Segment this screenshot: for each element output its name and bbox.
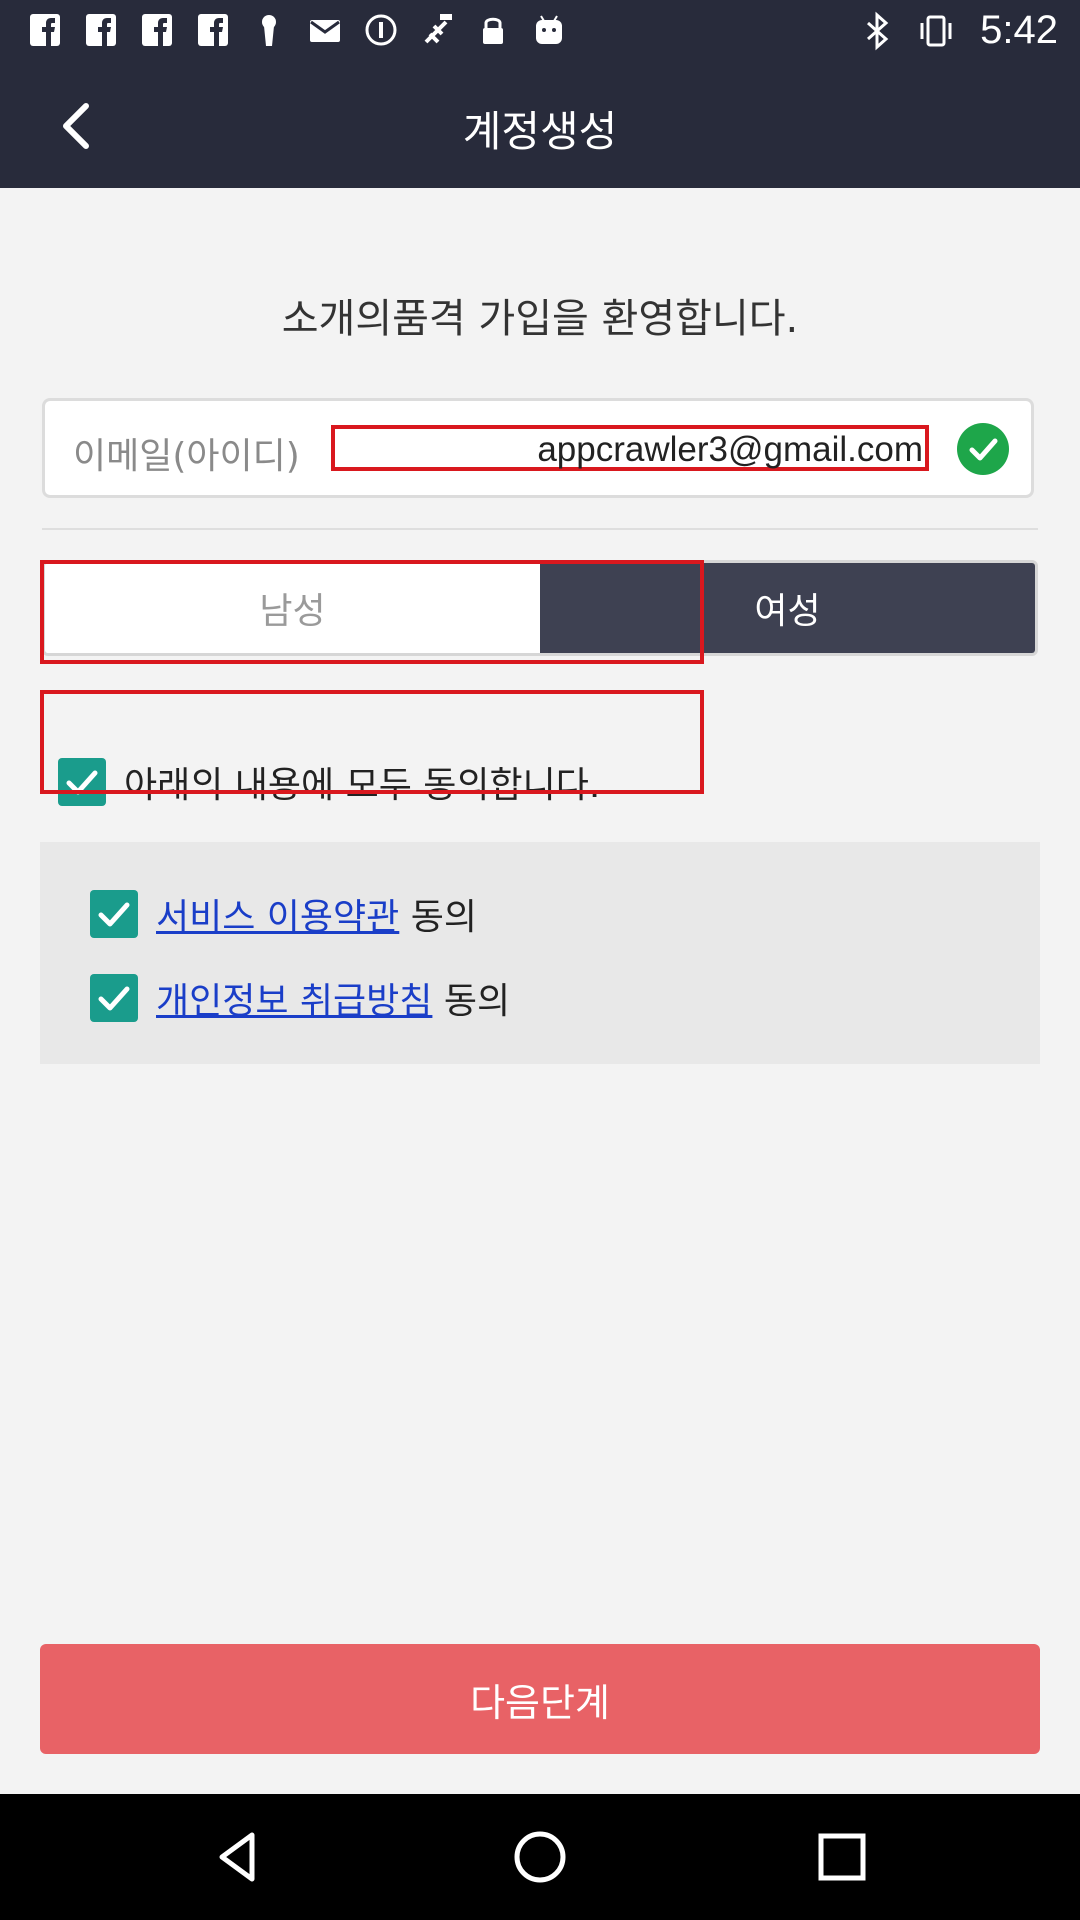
navigation-bar (0, 1794, 1080, 1920)
home-circle-icon[interactable] (510, 1827, 570, 1887)
email-field[interactable]: 이메일(아이디) appcrawler3@gmail.com (42, 398, 1034, 498)
email-value[interactable]: appcrawler3@gmail.com (537, 429, 923, 471)
facebook-icon (86, 14, 116, 46)
terms-of-service-checkbox[interactable] (90, 890, 138, 938)
status-right-area: 5:42 (862, 8, 1058, 53)
facebook-icon (198, 14, 228, 46)
gender-male-button[interactable]: 남성 (45, 563, 540, 653)
page-title: 계정생성 (462, 107, 618, 156)
terms-of-service-suffix: 동의 (399, 897, 477, 938)
facebook-icon (142, 14, 172, 46)
terms-of-service-link[interactable]: 서비스 이용약관 (156, 897, 399, 938)
checkmark-icon (66, 770, 98, 795)
facebook-icon (30, 14, 60, 46)
android-icon (536, 15, 562, 44)
status-left-icons (28, 12, 566, 48)
privacy-policy-link[interactable]: 개인정보 취급방침 (156, 981, 432, 1022)
back-triangle-icon[interactable] (208, 1827, 268, 1887)
mail-icon (310, 20, 340, 42)
recents-square-icon[interactable] (812, 1827, 872, 1887)
fake-gps-icon (424, 14, 452, 44)
keyhole-icon (262, 15, 276, 46)
agree-all-checkbox[interactable] (58, 758, 106, 806)
lock-icon (483, 17, 503, 44)
terms-panel: 서비스 이용약관 동의 개인정보 취급방침 동의 (40, 842, 1040, 1064)
checkmark-icon (98, 986, 130, 1011)
email-label: 이메일(아이디) (73, 436, 300, 477)
email-value-highlight[interactable]: appcrawler3@gmail.com (331, 425, 929, 471)
privacy-policy-row[interactable]: 개인정보 취급방침 동의 (90, 972, 510, 1024)
welcome-message: 소개의품격 가입을 환영합니다. (281, 296, 799, 342)
verified-check-icon (957, 423, 1009, 475)
privacy-policy-checkbox[interactable] (90, 974, 138, 1022)
gender-female-button[interactable]: 여성 (540, 563, 1035, 653)
status-time: 5:42 (980, 8, 1058, 52)
status-bar: 5:42 (0, 0, 1080, 64)
gender-toggle: 남성 여성 (42, 560, 1038, 656)
agree-all-row[interactable]: 아래의 내용에 모두 동의합니다. (58, 756, 600, 808)
terms-of-service-row[interactable]: 서비스 이용약관 동의 (90, 888, 477, 940)
agree-all-label: 아래의 내용에 모두 동의합니다. (124, 765, 601, 806)
next-step-button[interactable]: 다음단계 (40, 1644, 1040, 1754)
vibrate-icon (920, 15, 952, 46)
app-bar: 계정생성 (0, 64, 1080, 188)
bluetooth-icon (867, 11, 889, 50)
privacy-policy-suffix: 동의 (432, 981, 511, 1022)
divider (42, 528, 1038, 530)
info-circle-icon (365, 14, 397, 46)
checkmark-icon (98, 902, 130, 927)
